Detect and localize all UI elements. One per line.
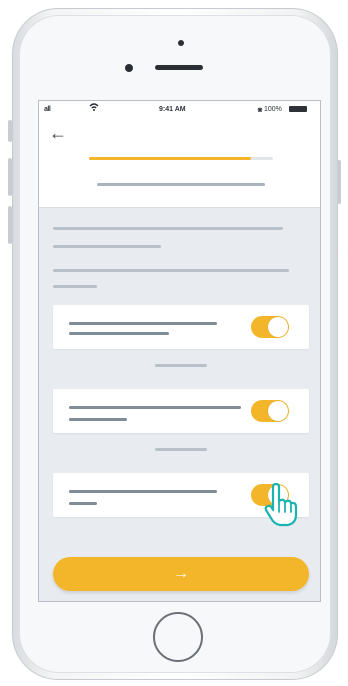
section-divider: [155, 448, 207, 451]
header-subtitle-placeholder: [97, 183, 265, 186]
signal-icon: all: [44, 106, 51, 113]
intro-text-line: [53, 269, 289, 272]
footer: →: [39, 543, 320, 601]
volume-up-button: [8, 158, 12, 196]
setting-title-line: [69, 322, 217, 325]
intro-text-line: [53, 227, 283, 230]
bluetooth-icon: ⋇: [257, 107, 263, 114]
wifi-icon: [89, 103, 99, 114]
battery-percent: 100%: [264, 106, 282, 113]
toggle-knob: [268, 401, 288, 421]
progress-fill: [89, 157, 251, 160]
progress-bar: [89, 157, 273, 160]
section-divider: [155, 364, 207, 367]
status-time: 9:41 AM: [159, 106, 186, 113]
mute-switch: [8, 120, 12, 142]
front-camera: [178, 40, 184, 46]
tap-cursor-icon: [264, 483, 298, 527]
toggle-knob: [268, 317, 288, 337]
earpiece-speaker: [155, 65, 203, 70]
app-screen: all 9:41 AM ⋇ 100% ← →: [38, 100, 321, 602]
setting-toggle[interactable]: [251, 400, 289, 422]
page-header: ←: [39, 119, 320, 208]
setting-desc-line: [69, 418, 127, 421]
back-arrow-icon[interactable]: ←: [49, 123, 67, 143]
volume-down-button: [8, 206, 12, 244]
power-button: [337, 160, 341, 204]
setting-title-line: [69, 490, 217, 493]
setting-card: [53, 389, 309, 433]
arrow-right-icon: →: [173, 565, 189, 582]
battery-icon: [289, 106, 307, 112]
continue-button[interactable]: →: [53, 557, 309, 591]
intro-text-line: [53, 245, 161, 248]
home-button[interactable]: [153, 612, 203, 662]
intro-text-line: [53, 285, 97, 288]
setting-desc-line: [69, 502, 97, 505]
setting-card: [53, 305, 309, 349]
status-bar: all 9:41 AM ⋇ 100%: [39, 101, 320, 119]
proximity-sensor: [125, 64, 133, 72]
setting-toggle[interactable]: [251, 316, 289, 338]
setting-desc-line: [69, 332, 169, 335]
setting-title-line: [69, 406, 241, 409]
